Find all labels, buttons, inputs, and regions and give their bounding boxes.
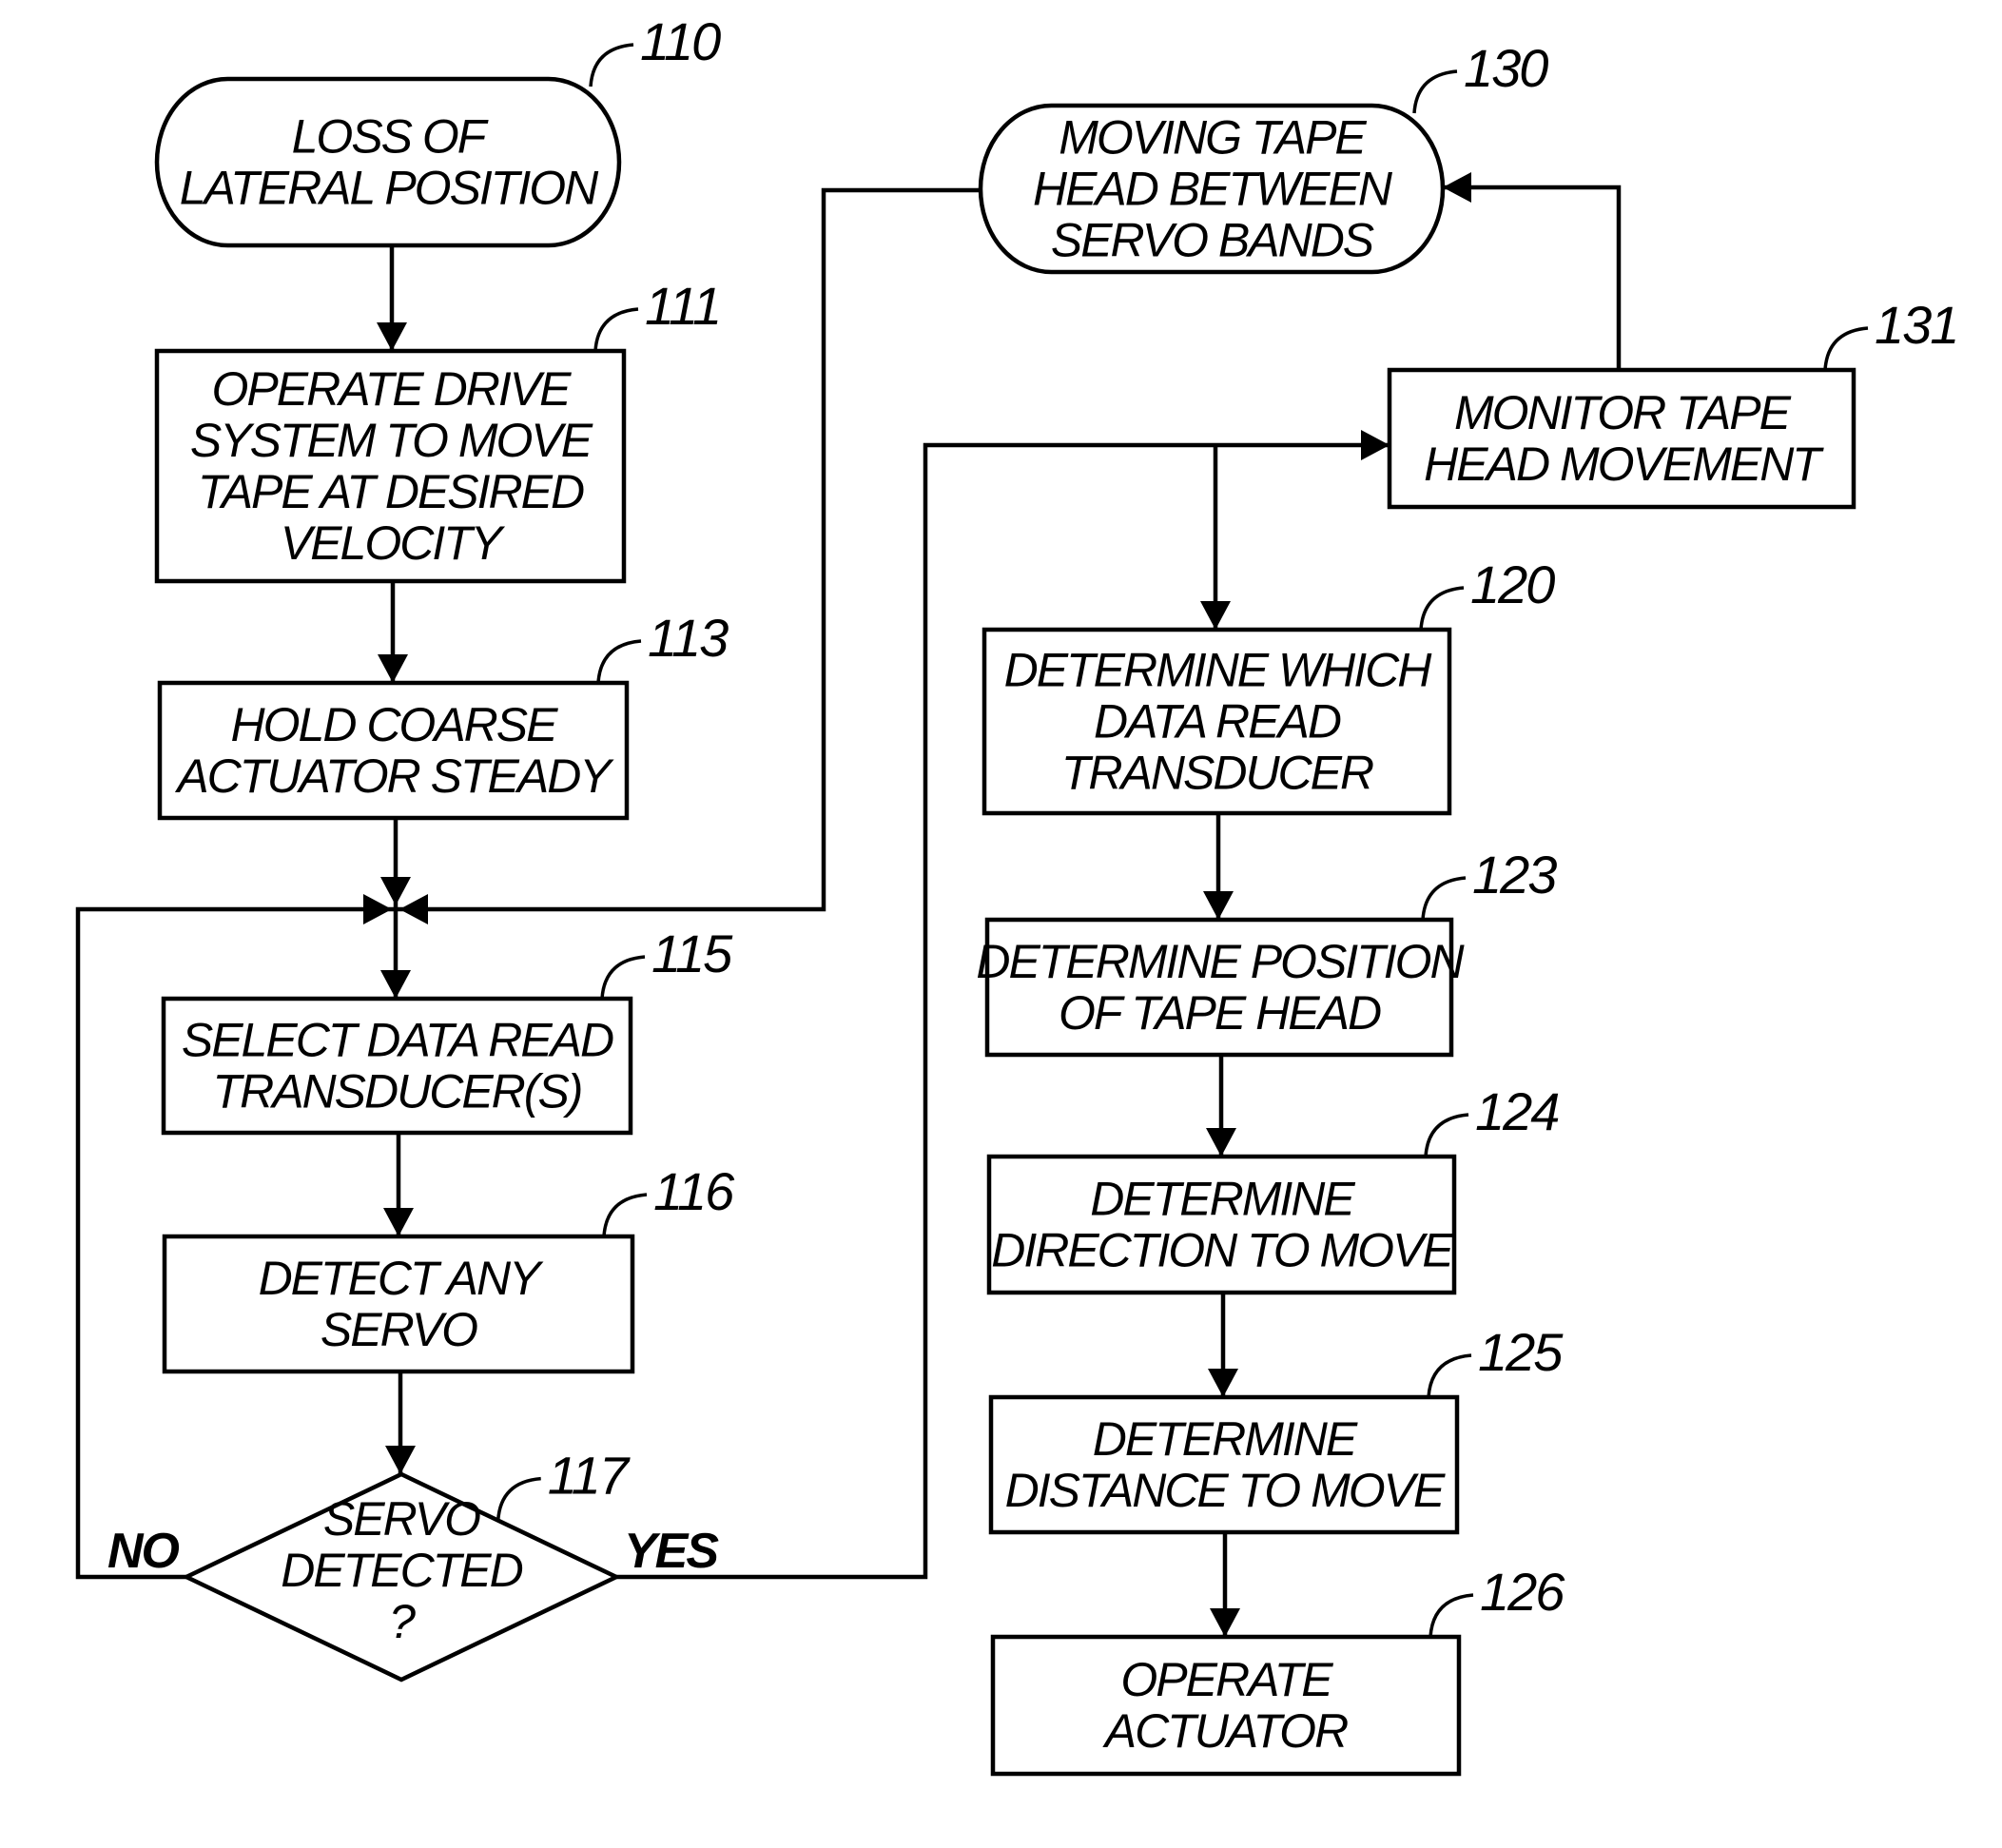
node-117: SERVODETECTED? 117	[181, 1446, 632, 1683]
reference-number: 131	[1875, 295, 1957, 355]
node-113: HOLD COARSEACTUATOR STEADY 113	[157, 608, 730, 821]
node-label-line: SYSTEM TO MOVE	[190, 414, 593, 467]
node-label-line: DATA READ	[1094, 695, 1341, 749]
reference-leader	[1421, 876, 1467, 921]
reference-number: 126	[1480, 1562, 1565, 1622]
arrowhead-icon	[1200, 601, 1231, 630]
reference-leader	[596, 639, 642, 684]
arrowhead-icon	[378, 654, 408, 683]
node-label-line: TRANSDUCER(S)	[213, 1065, 582, 1119]
node-115: SELECT DATA READTRANSDUCER(S) 115	[161, 924, 735, 1136]
reference-number: 116	[653, 1161, 735, 1221]
edge-131-130	[1443, 185, 1622, 370]
node-125: DETERMINEDISTANCE TO MOVE 125	[988, 1322, 1565, 1535]
yes-branch-label: YES	[624, 1524, 719, 1579]
reference-leader	[602, 1193, 648, 1237]
no-branch-label: NO	[107, 1524, 180, 1579]
node-label-line: ?	[389, 1595, 416, 1648]
reference-leader	[1427, 1353, 1472, 1398]
node-label-line: TAPE AT DESIRED	[198, 465, 584, 518]
reference-leader	[593, 307, 639, 352]
arrowhead-icon	[377, 322, 407, 351]
arrowhead-icon	[1361, 430, 1390, 460]
node-label-line: OF TAPE HEAD	[1059, 986, 1381, 1040]
node-label-line: SERVO	[323, 1492, 480, 1546]
node-label-line: HEAD BETWEEN	[1033, 163, 1393, 216]
node-label-line: HOLD COARSE	[231, 698, 559, 751]
arrowhead-icon	[380, 970, 411, 999]
node-label-line: MOVING TAPE	[1059, 111, 1367, 165]
reference-number: 123	[1472, 845, 1557, 905]
node-label-line: SELECT DATA READ	[182, 1014, 613, 1067]
reference-number: 120	[1470, 554, 1555, 614]
node-label-line: TRANSDUCER	[1061, 747, 1373, 800]
arrowhead-icon	[1206, 1128, 1236, 1157]
reference-number: 125	[1478, 1322, 1564, 1382]
node-label-line: ACTUATOR STEADY	[174, 749, 614, 803]
node-130: MOVING TAPEHEAD BETWEENSERVO BANDS 130	[978, 38, 1550, 275]
reference-leader	[1424, 1113, 1469, 1157]
reference-leader	[1823, 326, 1869, 371]
node-label-line: SERVO	[321, 1303, 477, 1356]
arrowhead-icon	[399, 894, 428, 924]
reference-number: 110	[640, 11, 721, 71]
reference-number: 130	[1464, 38, 1548, 98]
node-123: DETERMINE POSITIONOF TAPE HEAD 123	[976, 845, 1559, 1058]
arrowhead-icon	[1443, 172, 1471, 203]
reference-number: 113	[648, 608, 729, 668]
reference-leader	[496, 1476, 541, 1521]
node-116: DETECT ANYSERVO 116	[162, 1161, 737, 1374]
arrowhead-icon	[383, 1208, 414, 1236]
node-label-line: DIRECTION TO MOVE	[991, 1224, 1454, 1277]
node-110: LOSS OFLATERAL POSITION 110	[154, 11, 723, 248]
node-label-line: SERVO BANDS	[1051, 214, 1374, 267]
node-label-line: DETERMINE WHICH	[1004, 644, 1433, 697]
node-131: MONITOR TAPEHEAD MOVEMENT 131	[1387, 295, 1959, 510]
reference-number: 124	[1475, 1081, 1559, 1141]
node-label-line: ACTUATOR	[1102, 1704, 1348, 1758]
node-label-line: DETECTED	[281, 1544, 522, 1597]
node-label-line: DETERMINE	[1090, 1173, 1355, 1226]
arrowhead-icon	[363, 894, 392, 924]
nodes: LOSS OFLATERAL POSITION110OPERATE DRIVES…	[154, 11, 1959, 1777]
arrowhead-icon	[1210, 1608, 1240, 1637]
reference-leader	[589, 43, 634, 88]
node-label-line: OPERATE DRIVE	[212, 362, 573, 416]
node-label-line: LATERAL POSITION	[180, 162, 599, 215]
node-111: OPERATE DRIVESYSTEM TO MOVETAPE AT DESIR…	[154, 276, 722, 584]
node-label-line: HEAD MOVEMENT	[1424, 438, 1824, 491]
reference-leader	[1412, 69, 1458, 114]
arrowhead-icon	[380, 877, 411, 905]
arrowhead-icon	[1208, 1369, 1238, 1397]
node-label-line: LOSS OF	[292, 110, 489, 164]
node-label-line: DETERMINE	[1093, 1412, 1358, 1466]
node-label-line: VELOCITY	[281, 516, 506, 570]
node-label-line: DETECT ANY	[259, 1252, 544, 1305]
reference-leader	[1429, 1593, 1474, 1638]
reference-number: 115	[651, 924, 733, 983]
node-124: DETERMINEDIRECTION TO MOVE 124	[986, 1081, 1561, 1295]
reference-leader	[1419, 586, 1465, 631]
node-120: DETERMINE WHICHDATA READTRANSDUCER 120	[982, 554, 1557, 816]
reference-leader	[600, 955, 646, 1000]
arrowhead-icon	[385, 1446, 416, 1474]
node-126: OPERATEACTUATOR 126	[990, 1562, 1567, 1777]
node-label-line: DISTANCE TO MOVE	[1005, 1464, 1446, 1517]
reference-number: 117	[548, 1446, 631, 1506]
node-label-line: MONITOR TAPE	[1454, 386, 1792, 439]
node-label-line: DETERMINE POSITION	[976, 935, 1465, 988]
arrowhead-icon	[1203, 891, 1234, 920]
node-label-line: OPERATE	[1120, 1653, 1333, 1706]
reference-number: 111	[645, 276, 720, 336]
flowchart: LOSS OFLATERAL POSITION110OPERATE DRIVES…	[75, 11, 1959, 1777]
